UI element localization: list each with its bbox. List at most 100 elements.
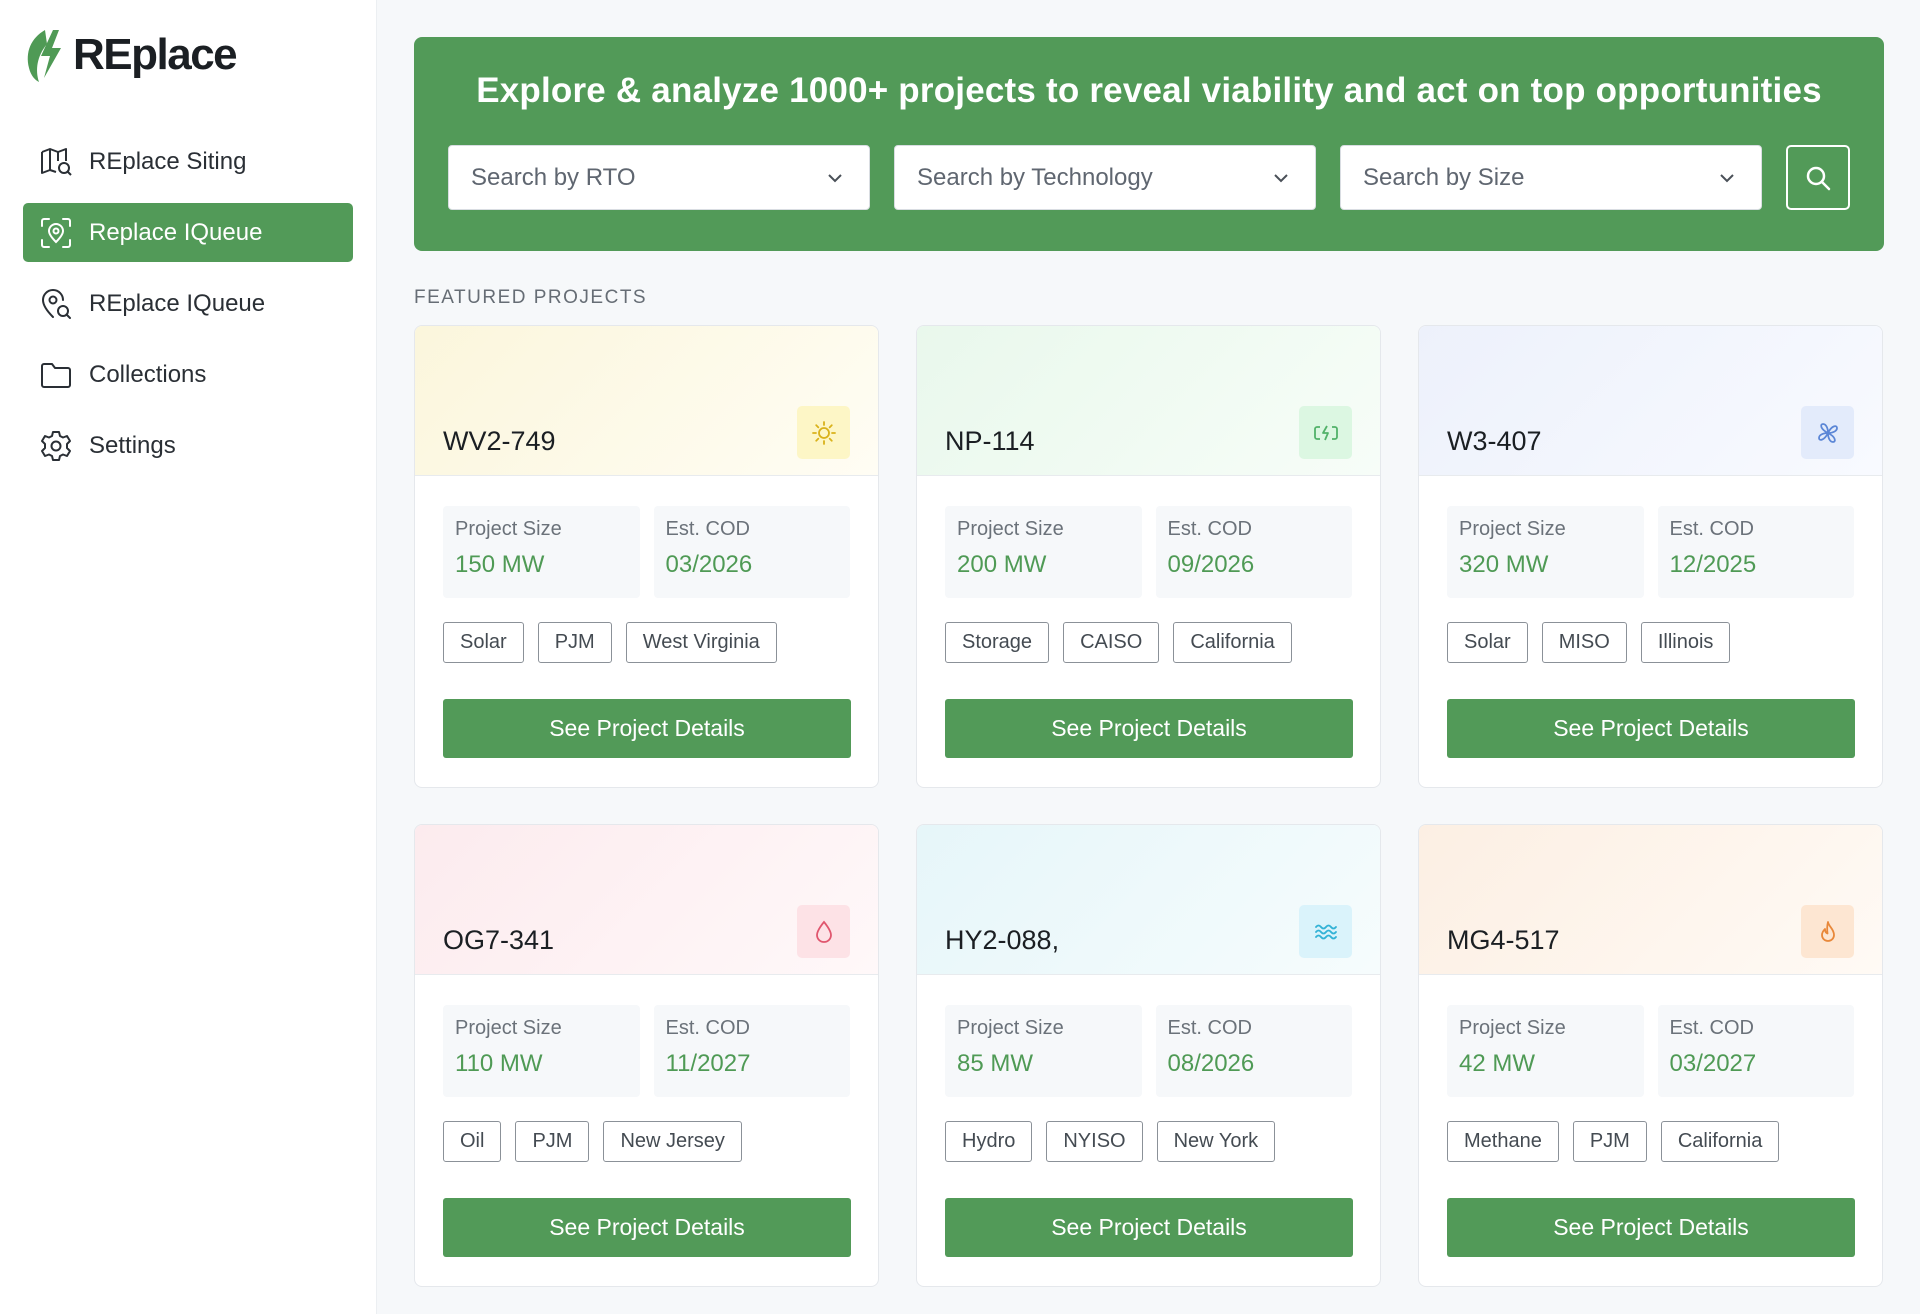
est-cod-stat: Est. COD 03/2026 — [653, 506, 850, 598]
hero-search-panel: Explore & analyze 1000+ projects to reve… — [414, 37, 1884, 251]
sidebar-item-label: REplace IQueue — [89, 289, 266, 317]
sidebar-item-replace-iqueue[interactable]: Replace IQueue — [23, 203, 353, 262]
technology-badge — [797, 406, 850, 459]
folder-icon — [41, 362, 71, 388]
see-project-details-button[interactable]: See Project Details — [945, 1198, 1353, 1257]
project-size-value: 150 MW — [455, 551, 545, 578]
project-size-stat: Project Size 150 MW — [443, 506, 640, 598]
project-tag: NYISO — [1046, 1121, 1143, 1162]
project-id: MG4-517 — [1447, 925, 1560, 955]
est-cod-label: Est. COD — [665, 518, 750, 540]
brand[interactable]: REplace — [23, 20, 353, 90]
est-cod-stat: Est. COD 03/2027 — [1657, 1005, 1854, 1097]
search-button[interactable] — [1786, 145, 1850, 210]
project-card-body: Project Size 200 MW Est. COD 09/2026 Sto… — [917, 476, 1380, 758]
project-tags: Storage CAISO California — [945, 622, 1352, 663]
project-tag: Methane — [1447, 1121, 1559, 1162]
project-card: MG4-517 Project Size 42 MW Est. COD 03/2… — [1418, 824, 1883, 1287]
project-size-stat: Project Size 320 MW — [1447, 506, 1644, 598]
project-tag: Illinois — [1640, 622, 1731, 663]
project-size-stat: Project Size 42 MW — [1447, 1005, 1644, 1097]
drop-icon — [815, 920, 832, 943]
est-cod-stat: Est. COD 09/2026 — [1155, 506, 1352, 598]
see-project-details-button[interactable]: See Project Details — [1447, 699, 1855, 758]
project-size-stat: Project Size 110 MW — [443, 1005, 640, 1097]
sidebar-item-replace-iqueue-2[interactable]: REplace IQueue — [23, 274, 353, 333]
project-stats: Project Size 110 MW Est. COD 11/2027 — [443, 1005, 850, 1097]
size-select[interactable]: Search by Size — [1340, 145, 1762, 210]
project-card-header: OG7-341 — [415, 825, 878, 975]
project-card-body: Project Size 85 MW Est. COD 08/2026 Hydr… — [917, 975, 1380, 1257]
sun-icon — [811, 420, 836, 445]
sidebar-item-label: REplace Siting — [89, 147, 247, 175]
project-size-label: Project Size — [957, 518, 1064, 540]
brand-name: REplace — [73, 30, 238, 79]
project-tags: Oil PJM New Jersey — [443, 1121, 850, 1162]
sidebar-item-settings[interactable]: Settings — [23, 416, 353, 475]
project-card-body: Project Size 42 MW Est. COD 03/2027 Meth… — [1419, 975, 1882, 1257]
map-search-icon — [41, 147, 72, 176]
project-tag: New York — [1156, 1121, 1276, 1162]
project-tags: Methane PJM California — [1447, 1121, 1854, 1162]
project-card-header: MG4-517 — [1419, 825, 1882, 975]
project-size-label: Project Size — [455, 518, 562, 540]
project-stats: Project Size 85 MW Est. COD 08/2026 — [945, 1005, 1352, 1097]
project-size-value: 200 MW — [957, 551, 1047, 578]
search-icon — [1806, 166, 1831, 190]
filter-row: Search by RTO Search by Technology Searc… — [448, 145, 1850, 210]
chevron-down-icon — [1274, 173, 1288, 182]
project-id: HY2-088, — [945, 925, 1060, 955]
project-tag: Storage — [945, 622, 1050, 663]
see-project-details-button[interactable]: See Project Details — [945, 699, 1353, 758]
project-tag: Hydro — [945, 1121, 1033, 1162]
project-card-body: Project Size 150 MW Est. COD 03/2026 Sol… — [415, 476, 878, 758]
project-stats: Project Size 150 MW Est. COD 03/2026 — [443, 506, 850, 598]
sidebar-item-label: Collections — [89, 360, 207, 388]
project-tag: California — [1173, 622, 1292, 663]
focus-pin-icon — [41, 217, 71, 248]
featured-projects-heading: FEATURED PROJECTS — [414, 287, 648, 308]
see-project-details-button[interactable]: See Project Details — [1447, 1198, 1855, 1257]
project-size-value: 110 MW — [455, 1050, 543, 1077]
sidebar-item-replace-siting[interactable]: REplace Siting — [23, 132, 353, 191]
project-tags: Hydro NYISO New York — [945, 1121, 1352, 1162]
app-root: REplace REplace Siting Replace IQueue RE… — [0, 0, 1920, 1314]
project-tag: MISO — [1541, 622, 1627, 663]
chevron-down-icon — [1720, 173, 1734, 182]
project-tag: Oil — [443, 1121, 502, 1162]
technology-badge — [1299, 406, 1352, 459]
project-id: OG7-341 — [443, 925, 555, 955]
est-cod-label: Est. COD — [1167, 1017, 1252, 1039]
project-card-body: Project Size 320 MW Est. COD 12/2025 Sol… — [1419, 476, 1882, 758]
project-card-header: W3-407 — [1419, 326, 1882, 476]
project-tag: PJM — [1572, 1121, 1647, 1162]
see-project-details-button[interactable]: See Project Details — [443, 699, 851, 758]
est-cod-value: 12/2025 — [1669, 551, 1757, 578]
fan-icon — [1817, 422, 1838, 443]
project-card: W3-407 Project Size 320 MW Est. COD 12/2… — [1418, 325, 1883, 788]
main-content: Explore & analyze 1000+ projects to reve… — [377, 0, 1920, 1314]
project-tags: Solar PJM West Virginia — [443, 622, 850, 663]
rto-select[interactable]: Search by RTO — [448, 145, 870, 210]
leaf-bolt-logo-icon — [27, 30, 61, 82]
sidebar-item-label: Replace IQueue — [89, 218, 263, 246]
project-card-header: NP-114 — [917, 326, 1380, 476]
est-cod-value: 03/2027 — [1669, 1050, 1757, 1077]
see-project-details-button[interactable]: See Project Details — [443, 1198, 851, 1257]
project-card-header: HY2-088, — [917, 825, 1380, 975]
rto-select-placeholder: Search by RTO — [471, 163, 636, 191]
technology-select[interactable]: Search by Technology — [894, 145, 1316, 210]
project-tag: California — [1660, 1121, 1780, 1162]
project-card: WV2-749 Project Size 150 MW Est. COD 03/… — [414, 325, 879, 788]
est-cod-label: Est. COD — [665, 1017, 750, 1039]
sidebar-item-label: Settings — [89, 431, 176, 459]
project-tag: New Jersey — [603, 1121, 742, 1162]
project-size-label: Project Size — [957, 1017, 1064, 1039]
technology-badge — [797, 905, 850, 958]
location-search-icon — [41, 288, 71, 319]
technology-select-placeholder: Search by Technology — [917, 163, 1153, 191]
sidebar-item-collections[interactable]: Collections — [23, 345, 353, 404]
sidebar-nav: REplace Siting Replace IQueue REplace IQ… — [23, 132, 353, 475]
est-cod-stat: Est. COD 11/2027 — [653, 1005, 850, 1097]
project-size-label: Project Size — [1459, 518, 1566, 540]
